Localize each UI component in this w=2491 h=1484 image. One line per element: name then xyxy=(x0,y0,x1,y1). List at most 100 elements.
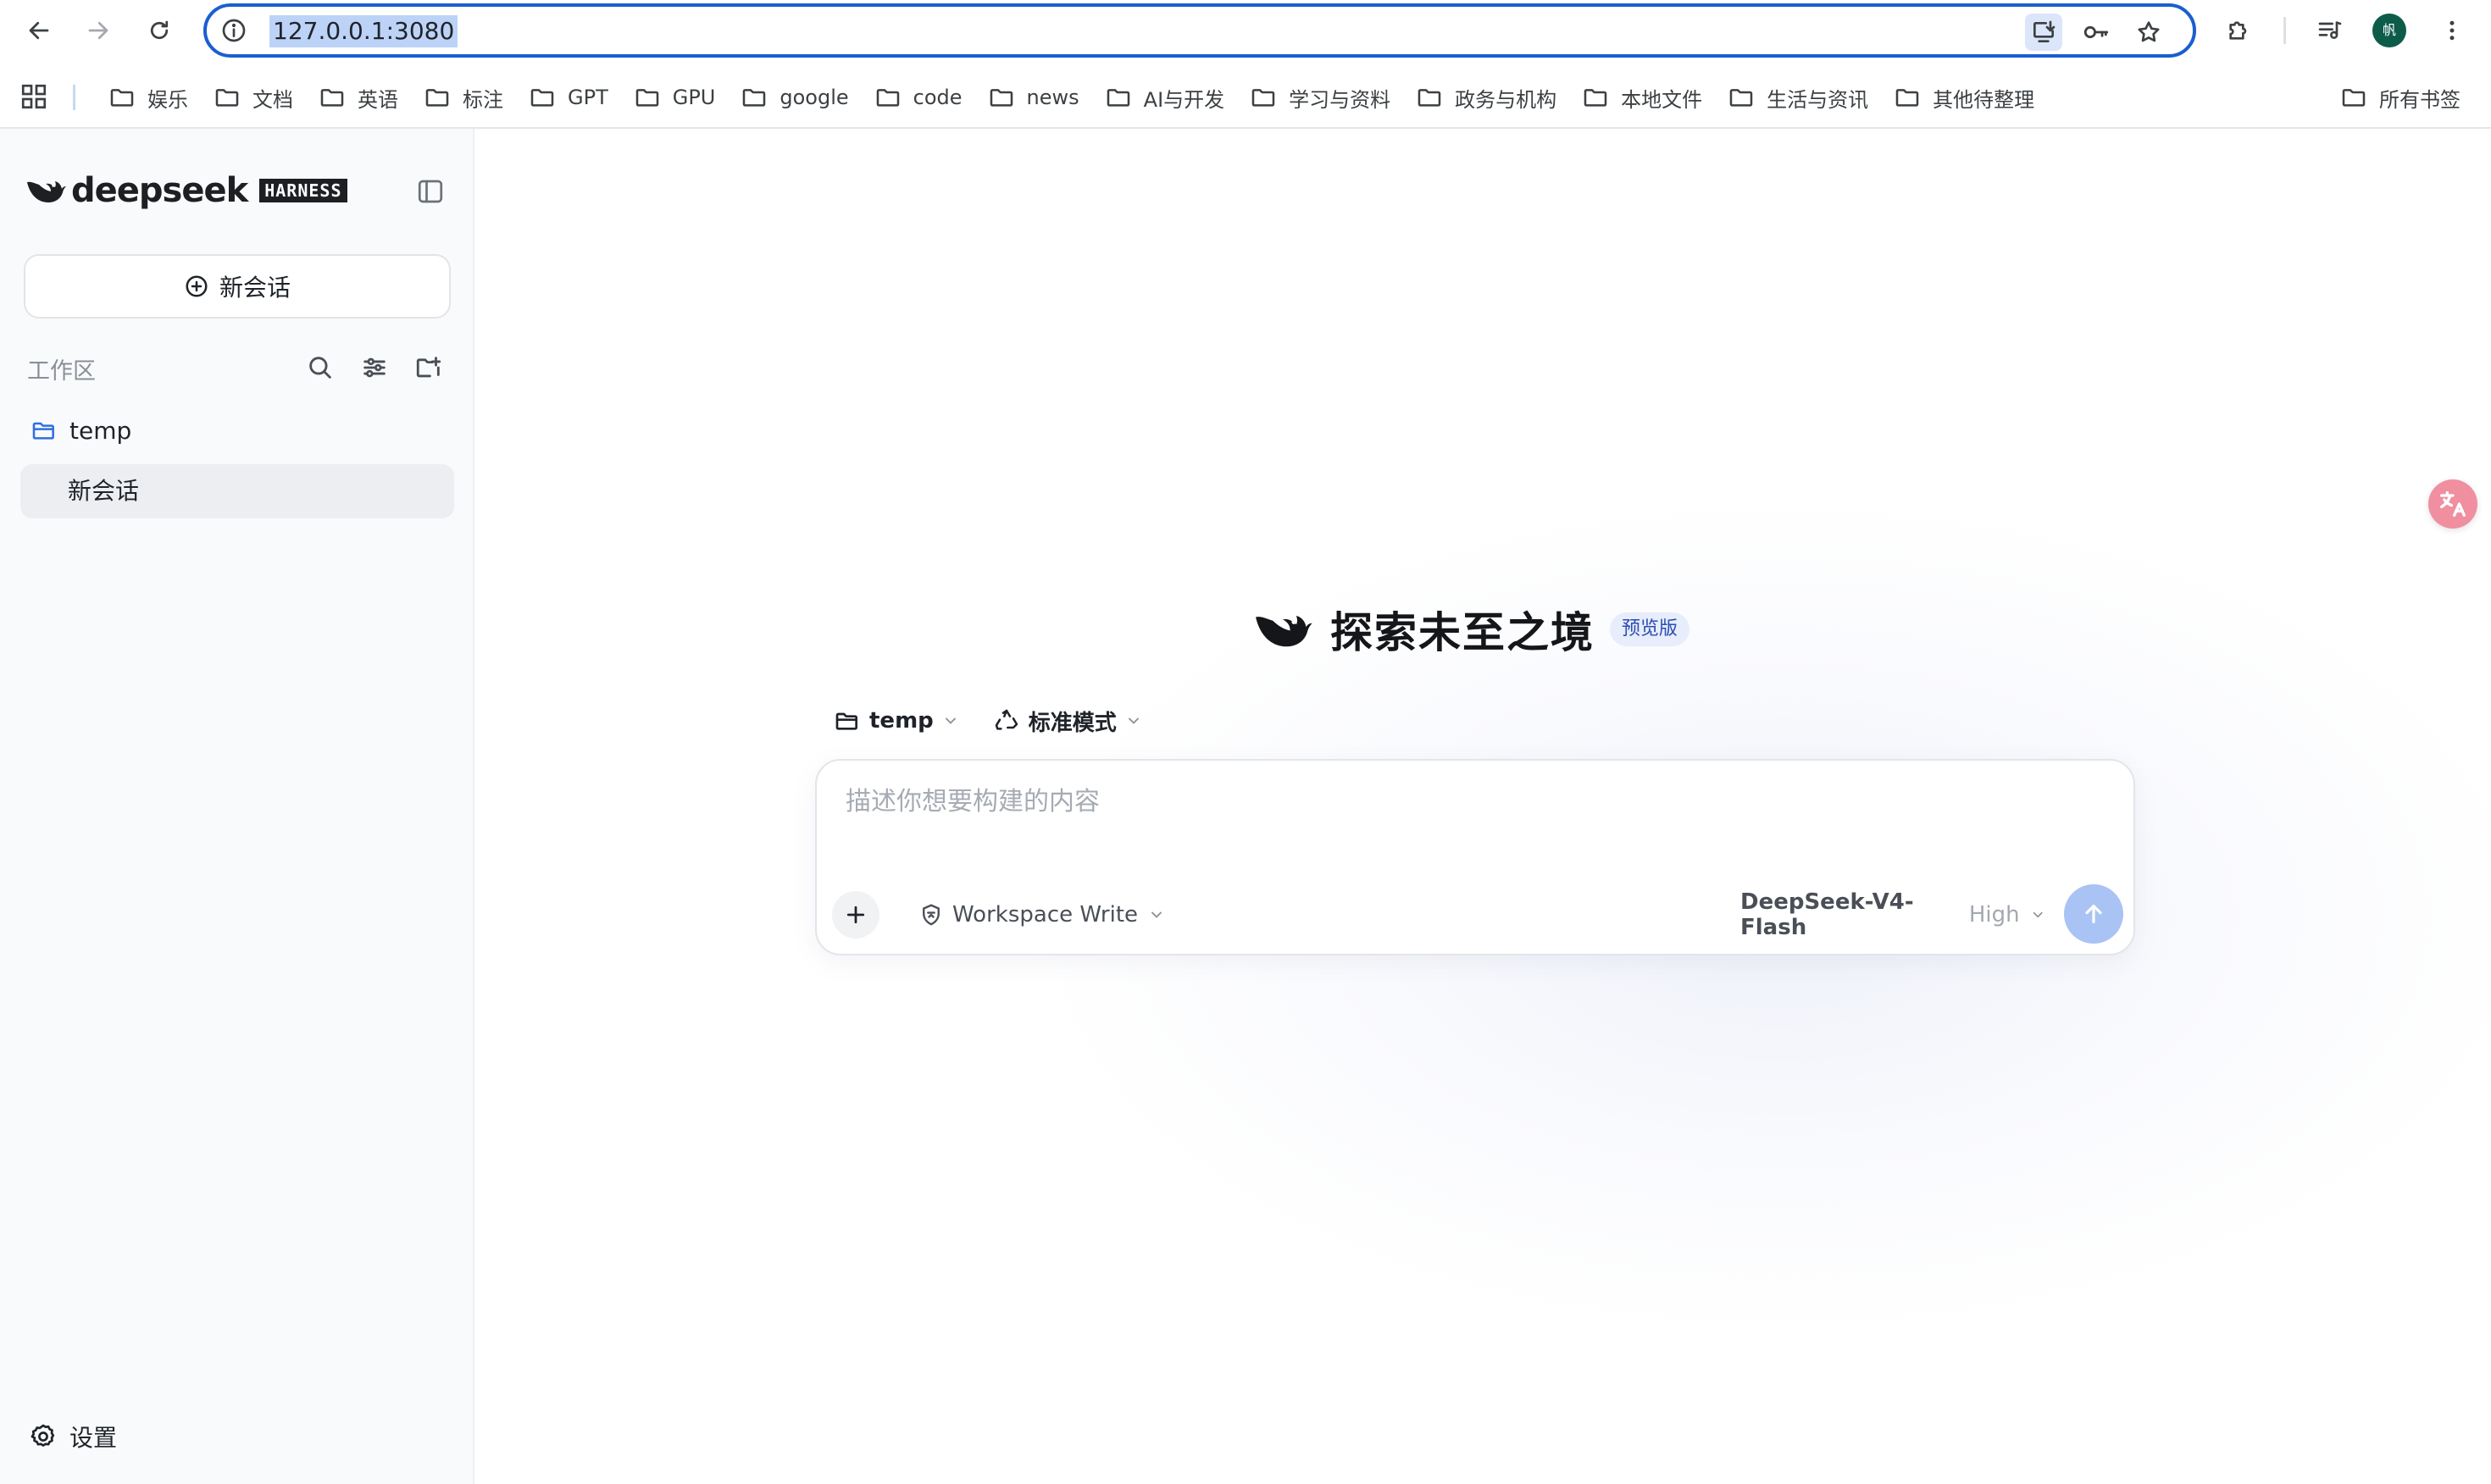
bookmark-label: 标注 xyxy=(463,87,503,112)
recycle-mode-icon xyxy=(995,709,1018,730)
gear-icon xyxy=(31,1424,55,1447)
install-app-button[interactable] xyxy=(2025,14,2062,51)
plus-circle-icon xyxy=(186,275,208,297)
new-chat-button[interactable]: 新会话 xyxy=(24,254,451,318)
bookmark-folder[interactable]: AI与开发 xyxy=(1095,73,1235,122)
passwords-button[interactable] xyxy=(2078,14,2115,51)
bookmark-folder[interactable]: 娱乐 xyxy=(98,73,198,122)
folder-icon xyxy=(1417,89,1441,107)
plus-icon xyxy=(846,905,865,924)
bookmark-label: 政务与机构 xyxy=(1455,87,1557,112)
folder-name: temp xyxy=(69,416,132,445)
shield-write-icon xyxy=(923,904,940,926)
sidebar-panel-icon xyxy=(418,180,443,203)
url-text[interactable]: 127.0.0.1:3080 xyxy=(269,15,458,47)
back-button[interactable] xyxy=(19,10,59,51)
bookmark-folder[interactable]: 生活与资讯 xyxy=(1717,73,1878,122)
bookmark-label: GPT xyxy=(568,86,608,109)
bookmarks-bar: 娱乐 文档 英语 标注 GPT GPU google code news AI与开发 学习与资料 政务… xyxy=(0,73,2491,122)
brand-name: deepseek xyxy=(71,171,248,210)
session-item[interactable]: 新会话 xyxy=(20,464,454,518)
sidebar-toggle-button[interactable] xyxy=(415,176,446,207)
site-info-button[interactable] xyxy=(220,17,247,44)
prompt-input[interactable] xyxy=(846,783,2032,820)
folder-icon xyxy=(743,89,766,107)
hero-title: 探索未至之境 xyxy=(1330,608,1595,657)
bookmark-folder[interactable]: 政务与机构 xyxy=(1406,73,1567,122)
bookmark-folder[interactable]: 其他待整理 xyxy=(1884,73,2044,122)
settings-button[interactable]: 设置 xyxy=(29,1418,117,1455)
profile-avatar[interactable]: 帆 xyxy=(2372,14,2406,47)
whale-logo-icon xyxy=(1256,616,1312,647)
folder-icon xyxy=(1729,89,1753,107)
model-name: DeepSeek-V4-Flash xyxy=(1740,889,1914,940)
search-workspace-button[interactable] xyxy=(303,351,337,385)
bookmark-folder[interactable]: news xyxy=(978,73,1090,122)
address-bar[interactable]: 127.0.0.1:3080 xyxy=(203,3,2196,58)
bookmark-folder[interactable]: 英语 xyxy=(308,73,408,122)
media-queue-icon xyxy=(2318,21,2342,39)
prompt-composer: Workspace Write DeepSeek-V4-Flash High xyxy=(815,759,2135,955)
apps-grid-icon xyxy=(21,84,47,109)
permission-selector[interactable]: Workspace Write xyxy=(918,896,1165,933)
bookmark-folder[interactable]: code xyxy=(864,73,973,122)
folder-icon xyxy=(635,89,659,107)
bookmark-label: 本地文件 xyxy=(1621,87,1703,112)
folder-icon xyxy=(876,89,899,107)
arrow-left-icon xyxy=(29,21,49,40)
arrow-up-icon xyxy=(2085,905,2102,923)
bookmark-folder[interactable]: GPT xyxy=(519,73,619,122)
bookmark-label: 学习与资料 xyxy=(1289,87,1391,112)
context-chips: temp 标准模式 xyxy=(834,701,1176,740)
bookmark-folder[interactable]: 学习与资料 xyxy=(1240,73,1401,122)
model-selector[interactable]: DeepSeek-V4-Flash High xyxy=(1740,889,2045,940)
bookmark-folder[interactable]: 标注 xyxy=(413,73,513,122)
filter-workspace-button[interactable] xyxy=(358,351,391,385)
all-bookmarks-button[interactable]: 所有书签 xyxy=(2340,73,2460,122)
folder-icon xyxy=(835,712,857,730)
bookmark-label: GPU xyxy=(672,86,716,109)
extensions-button[interactable] xyxy=(2218,10,2259,51)
bookmark-star-button[interactable] xyxy=(2130,14,2167,51)
workspace-header: 工作区 xyxy=(27,347,451,388)
permission-label: Workspace Write xyxy=(952,902,1139,928)
browser-menu-button[interactable] xyxy=(2432,10,2472,51)
bookmark-label: news xyxy=(1026,86,1079,109)
preview-badge: 预览版 xyxy=(1610,612,1690,646)
reload-button[interactable] xyxy=(139,10,180,51)
workspace-selector[interactable]: temp xyxy=(834,707,959,734)
bookmarks-separator xyxy=(73,85,75,110)
bookmark-folder[interactable]: google xyxy=(730,73,858,122)
puzzle-icon xyxy=(2229,21,2247,40)
workspace-folder-temp[interactable]: temp xyxy=(31,412,131,449)
brand-logo: deepseek HARNESS xyxy=(25,171,347,210)
bookmark-folder[interactable]: GPU xyxy=(624,73,726,122)
mode-selector[interactable]: 标准模式 xyxy=(993,706,1142,737)
chevron-down-icon xyxy=(1151,911,1162,918)
folder-icon xyxy=(530,89,554,107)
folder-icon xyxy=(1584,89,1607,107)
chevron-down-icon xyxy=(1128,717,1139,724)
bookmark-label: 文档 xyxy=(252,87,293,112)
folder-icon xyxy=(1895,89,1919,107)
translate-extension-button[interactable] xyxy=(2428,479,2477,529)
bookmark-label: google xyxy=(779,86,849,109)
bookmark-label: code xyxy=(913,86,963,109)
folder-icon xyxy=(215,89,239,107)
folder-icon xyxy=(990,89,1012,107)
bookmark-folder[interactable]: 本地文件 xyxy=(1572,73,1712,122)
bookmark-label: 英语 xyxy=(358,87,398,112)
send-button[interactable] xyxy=(2064,884,2123,944)
folder-icon xyxy=(320,89,344,107)
bookmark-folder[interactable]: 文档 xyxy=(203,73,303,122)
folder-icon xyxy=(110,89,134,107)
apps-button[interactable] xyxy=(19,81,49,112)
toolbar-divider xyxy=(2283,17,2286,44)
forward-button[interactable] xyxy=(78,10,119,51)
attach-button[interactable] xyxy=(832,891,879,939)
new-folder-button[interactable] xyxy=(412,351,446,385)
key-icon xyxy=(2083,25,2109,39)
media-controls-button[interactable] xyxy=(2310,10,2350,51)
workspace-label: 工作区 xyxy=(27,358,96,385)
folder-icon xyxy=(2342,89,2366,107)
